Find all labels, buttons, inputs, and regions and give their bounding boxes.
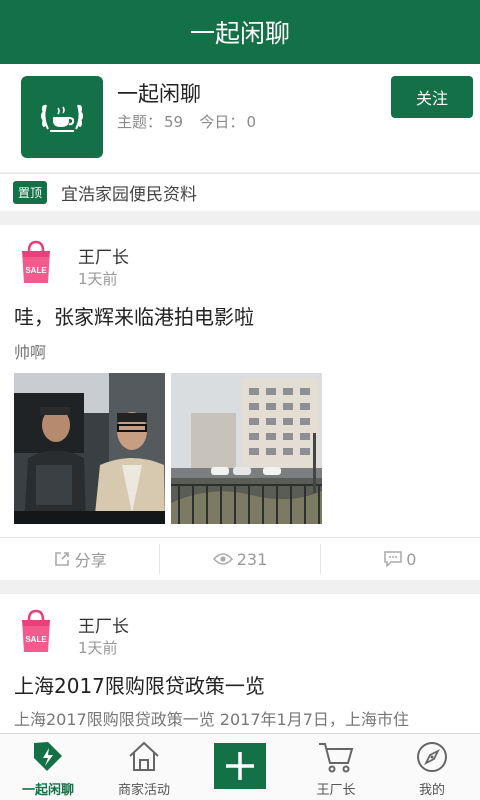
tab-chat-label: 一起闲聊 bbox=[21, 783, 74, 798]
pinned-badge: 置顶 bbox=[13, 181, 48, 204]
topics-count: 59 bbox=[164, 113, 184, 131]
bottom-navigation: 一起闲聊 商家活动 王厂长 我的 bbox=[0, 733, 480, 800]
post-summary: 帅啊 bbox=[14, 343, 47, 362]
comments-value: 0 bbox=[406, 549, 417, 569]
compass-icon bbox=[417, 742, 447, 772]
svg-text:SALE: SALE bbox=[25, 266, 47, 275]
tab-new-post[interactable] bbox=[192, 734, 288, 800]
share-icon bbox=[54, 552, 69, 566]
comments-button[interactable]: 0 bbox=[319, 544, 480, 574]
forum-stats: 主题： 59 今日： 0 bbox=[117, 111, 258, 132]
app-root: 一起闲聊 一起闲聊 主题： 59 今日： 0 关注 置顶 宜浩家园便民资料 SA… bbox=[0, 0, 480, 800]
post-card[interactable]: SALE 王厂长 1天前 上海2017限购限贷政策一览 上海2017限购限贷政策… bbox=[0, 594, 480, 734]
post-image-street-scene[interactable] bbox=[171, 373, 322, 524]
tab-mine-label: 我的 bbox=[418, 783, 445, 798]
post-title[interactable]: 哇，张家辉来临港拍电影啦 bbox=[14, 301, 254, 330]
forum-logo bbox=[21, 76, 103, 158]
comment-icon bbox=[384, 551, 402, 567]
tab-merchant-activities[interactable]: 商家活动 bbox=[96, 734, 192, 800]
post-card[interactable]: SALE 王厂长 1天前 哇，张家辉来临港拍电影啦 帅啊 分享 231 0 bbox=[0, 225, 480, 580]
post-actions: 分享 231 0 bbox=[0, 537, 480, 580]
topics-label: 主题： bbox=[117, 113, 163, 131]
share-button[interactable]: 分享 bbox=[0, 544, 159, 574]
forum-info: 一起闲聊 主题： 59 今日： 0 关注 bbox=[0, 64, 480, 172]
page-title: 一起闲聊 bbox=[189, 19, 290, 48]
new-post-button[interactable] bbox=[214, 743, 266, 789]
eye-icon bbox=[212, 553, 233, 565]
post-image-car-scene[interactable] bbox=[14, 373, 165, 524]
cart-icon bbox=[319, 743, 354, 773]
coffee-laurel-icon bbox=[41, 104, 83, 132]
shopping-bag-avatar-icon: SALE bbox=[22, 240, 50, 283]
tag-lightning-icon bbox=[34, 742, 62, 771]
tab-mine[interactable]: 我的 bbox=[384, 734, 480, 800]
tab-cart[interactable]: 王厂长 bbox=[288, 734, 384, 800]
post-time: 1天前 bbox=[78, 270, 118, 288]
post-title[interactable]: 上海2017限购限贷政策一览 bbox=[14, 670, 265, 699]
tab-cart-label: 王厂长 bbox=[316, 783, 356, 798]
views-count: 231 bbox=[159, 544, 319, 574]
shopping-bag-avatar-icon: SALE bbox=[22, 609, 50, 652]
pinned-title: 宜浩家园便民资料 bbox=[61, 185, 198, 205]
tab-chat[interactable]: 一起闲聊 bbox=[0, 734, 96, 800]
post-summary: 上海2017限购限贷政策一览 2017年1月7日，上海市住 bbox=[14, 710, 409, 729]
today-count: 0 bbox=[246, 113, 256, 131]
svg-text:SALE: SALE bbox=[25, 635, 47, 644]
today-label: 今日： bbox=[199, 113, 245, 131]
app-header: 一起闲聊 bbox=[0, 0, 480, 64]
home-icon bbox=[129, 741, 159, 771]
share-label: 分享 bbox=[74, 551, 107, 570]
post-time: 1天前 bbox=[78, 639, 118, 657]
pinned-post[interactable]: 置顶 宜浩家园便民资料 bbox=[0, 173, 480, 211]
follow-button[interactable]: 关注 bbox=[391, 76, 473, 118]
post-author[interactable]: 王厂长 bbox=[78, 243, 129, 268]
tab-merchant-label: 商家活动 bbox=[117, 783, 170, 798]
forum-name: 一起闲聊 bbox=[117, 82, 201, 106]
post-author[interactable]: 王厂长 bbox=[78, 612, 129, 637]
plus-icon bbox=[226, 752, 254, 780]
views-value: 231 bbox=[236, 549, 268, 569]
